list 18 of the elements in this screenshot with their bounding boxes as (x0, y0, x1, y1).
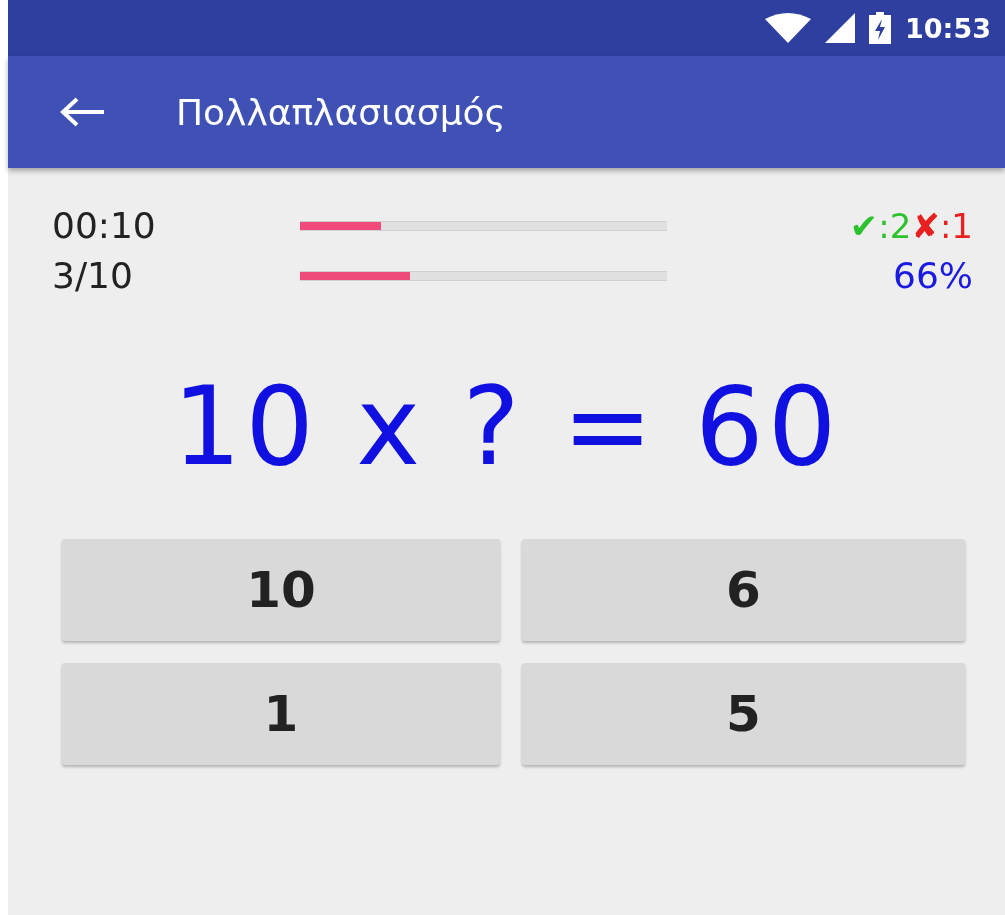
answer-button[interactable]: 10 (62, 539, 500, 641)
wifi-icon (765, 13, 812, 43)
wrong-count: :1 (939, 209, 973, 243)
back-icon[interactable] (60, 97, 106, 127)
score-percent: 66% (893, 258, 973, 294)
timer-text: 00:10 (52, 208, 157, 244)
answer-button[interactable]: 6 (522, 539, 965, 641)
answer-button[interactable]: 1 (62, 663, 500, 765)
equation: 10 x ? = 60 (171, 364, 842, 489)
check-icon: ✔ (849, 209, 879, 243)
correct-count: :2 (878, 209, 912, 243)
screen-title: Πολλαπλασιασμός (176, 91, 506, 133)
clock: 10:53 (905, 12, 991, 44)
battery-icon (869, 12, 892, 44)
question-counter: 3/10 (52, 258, 134, 294)
answer-button[interactable]: 5 (522, 663, 965, 765)
cross-icon: ✘ (911, 209, 940, 243)
signal-icon (825, 13, 856, 43)
